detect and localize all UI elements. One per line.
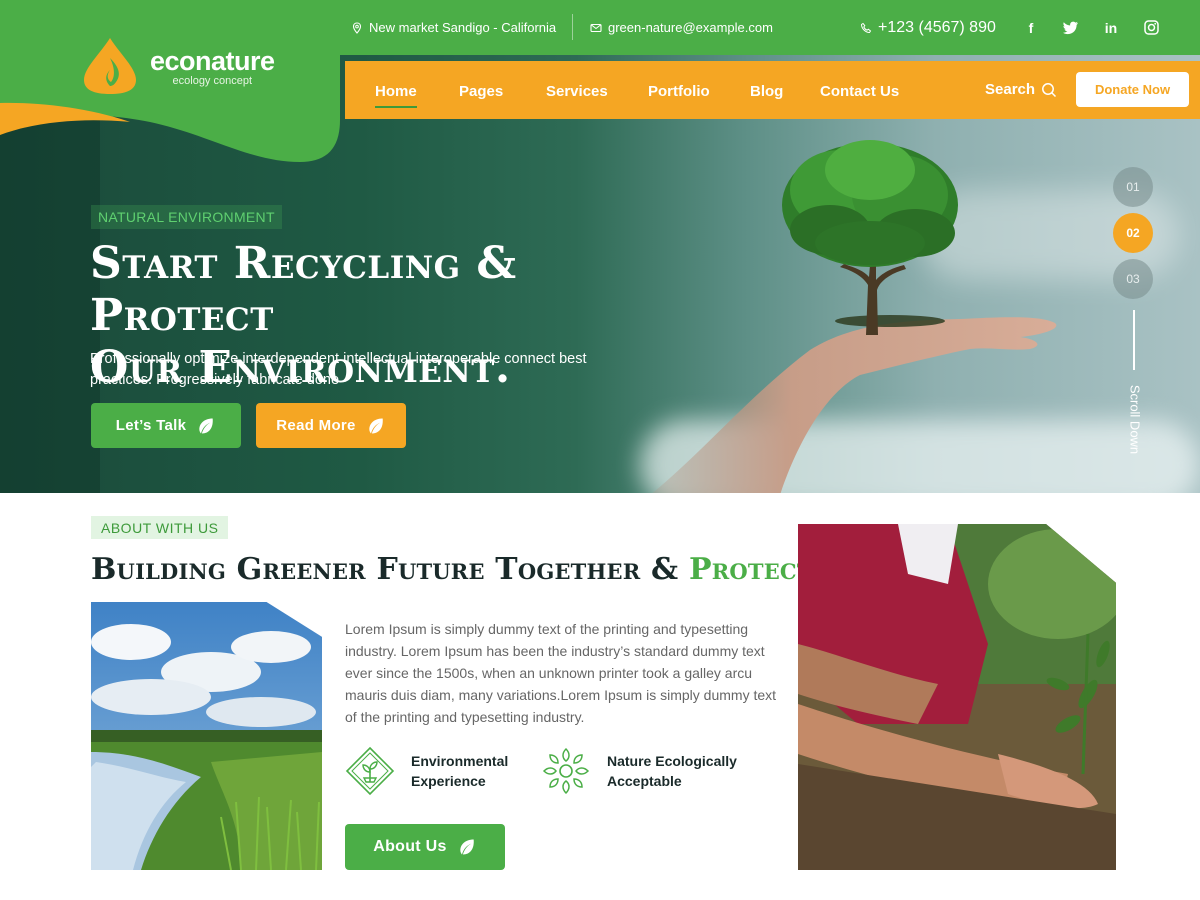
slide-dot-1[interactable]: 01 [1113, 167, 1153, 207]
nav-item-home[interactable]: Home [375, 83, 417, 108]
lets-talk-label: Let’s Talk [115, 417, 187, 434]
search-button[interactable]: Search [985, 81, 1057, 98]
twitter-icon[interactable] [1062, 19, 1080, 37]
nav-item-blog[interactable]: Blog [750, 83, 783, 100]
about-text: Lorem Ipsum is simply dummy text of the … [345, 621, 777, 725]
hero-description: Professionally optimize interdependent i… [90, 351, 587, 388]
about-title: Building Greener Future Together & Prote… [91, 552, 823, 587]
planting-image [798, 524, 1116, 870]
search-icon [1042, 82, 1057, 97]
address-item: New market Sandigo - California [351, 0, 556, 55]
leaf-icon [199, 418, 214, 433]
about-badge: ABOUT WITH US [91, 516, 229, 539]
mail-icon [590, 23, 602, 32]
email-item[interactable]: green-nature@example.com [590, 0, 773, 55]
hero-badge: NATURAL ENVIRONMENT [91, 205, 282, 229]
social-links: f in [1022, 0, 1160, 55]
topbar-divider [572, 14, 573, 40]
instagram-icon[interactable] [1142, 19, 1160, 37]
read-more-label: Read More [276, 417, 356, 434]
feature-1-line2: Experience [411, 773, 486, 789]
brand-name: econature [150, 45, 275, 76]
nav-item-portfolio[interactable]: Portfolio [648, 83, 710, 100]
phone-icon [860, 22, 872, 33]
page: NATURAL ENVIRONMENT Start Recycling & Pr… [0, 0, 1200, 900]
nav-item-pages[interactable]: Pages [459, 83, 503, 100]
slide-dot-2[interactable]: 02 [1113, 213, 1153, 253]
facebook-icon[interactable]: f [1022, 19, 1040, 37]
leaf-icon [369, 418, 383, 433]
address-text: New market Sandigo - California [369, 20, 557, 35]
leaf-icon [460, 839, 474, 855]
scroll-down-link[interactable]: Scroll Down [1128, 370, 1143, 470]
read-more-button[interactable]: Read More [256, 403, 406, 448]
feature-2-line1: Nature Ecologically [607, 753, 737, 769]
leaf-wreath-icon [542, 747, 590, 795]
slide-dot-3[interactable]: 03 [1113, 259, 1153, 299]
plant-diamond-icon [345, 746, 395, 796]
feature-2-line2: Acceptable [607, 773, 682, 789]
logo[interactable]: econature ecology concept [80, 36, 275, 96]
linkedin-icon[interactable]: in [1102, 19, 1120, 37]
about-us-button[interactable]: About Us [345, 824, 505, 870]
nav-item-services[interactable]: Services [546, 83, 608, 100]
phone-item[interactable]: +123 (4567) 890 [860, 0, 996, 55]
scroll-line [1133, 310, 1135, 370]
search-label: Search [985, 81, 1036, 98]
nav-item-contact[interactable]: Contact Us [820, 83, 899, 100]
email-text: green-nature@example.com [608, 20, 773, 35]
donate-button[interactable]: Donate Now [1076, 72, 1189, 107]
about-title-main: Building Greener Future Together & [91, 552, 679, 587]
lets-talk-button[interactable]: Let’s Talk [91, 403, 241, 448]
main-nav: Home Pages Services Portfolio Blog Conta… [345, 61, 1200, 119]
about-us-label: About Us [373, 838, 447, 855]
phone-text: +123 (4567) 890 [878, 18, 996, 36]
tree-image [782, 140, 958, 335]
river-image [91, 602, 322, 870]
feature-nature-ecologically: Nature Ecologically Acceptable [541, 746, 737, 796]
feature-1-line1: Environmental [411, 753, 509, 769]
logo-mark-icon [84, 38, 136, 94]
feature-environmental-experience: Environmental Experience [345, 746, 508, 796]
location-pin-icon [352, 21, 362, 34]
hero-title-line1: Start Recycling & Protect [90, 238, 517, 341]
